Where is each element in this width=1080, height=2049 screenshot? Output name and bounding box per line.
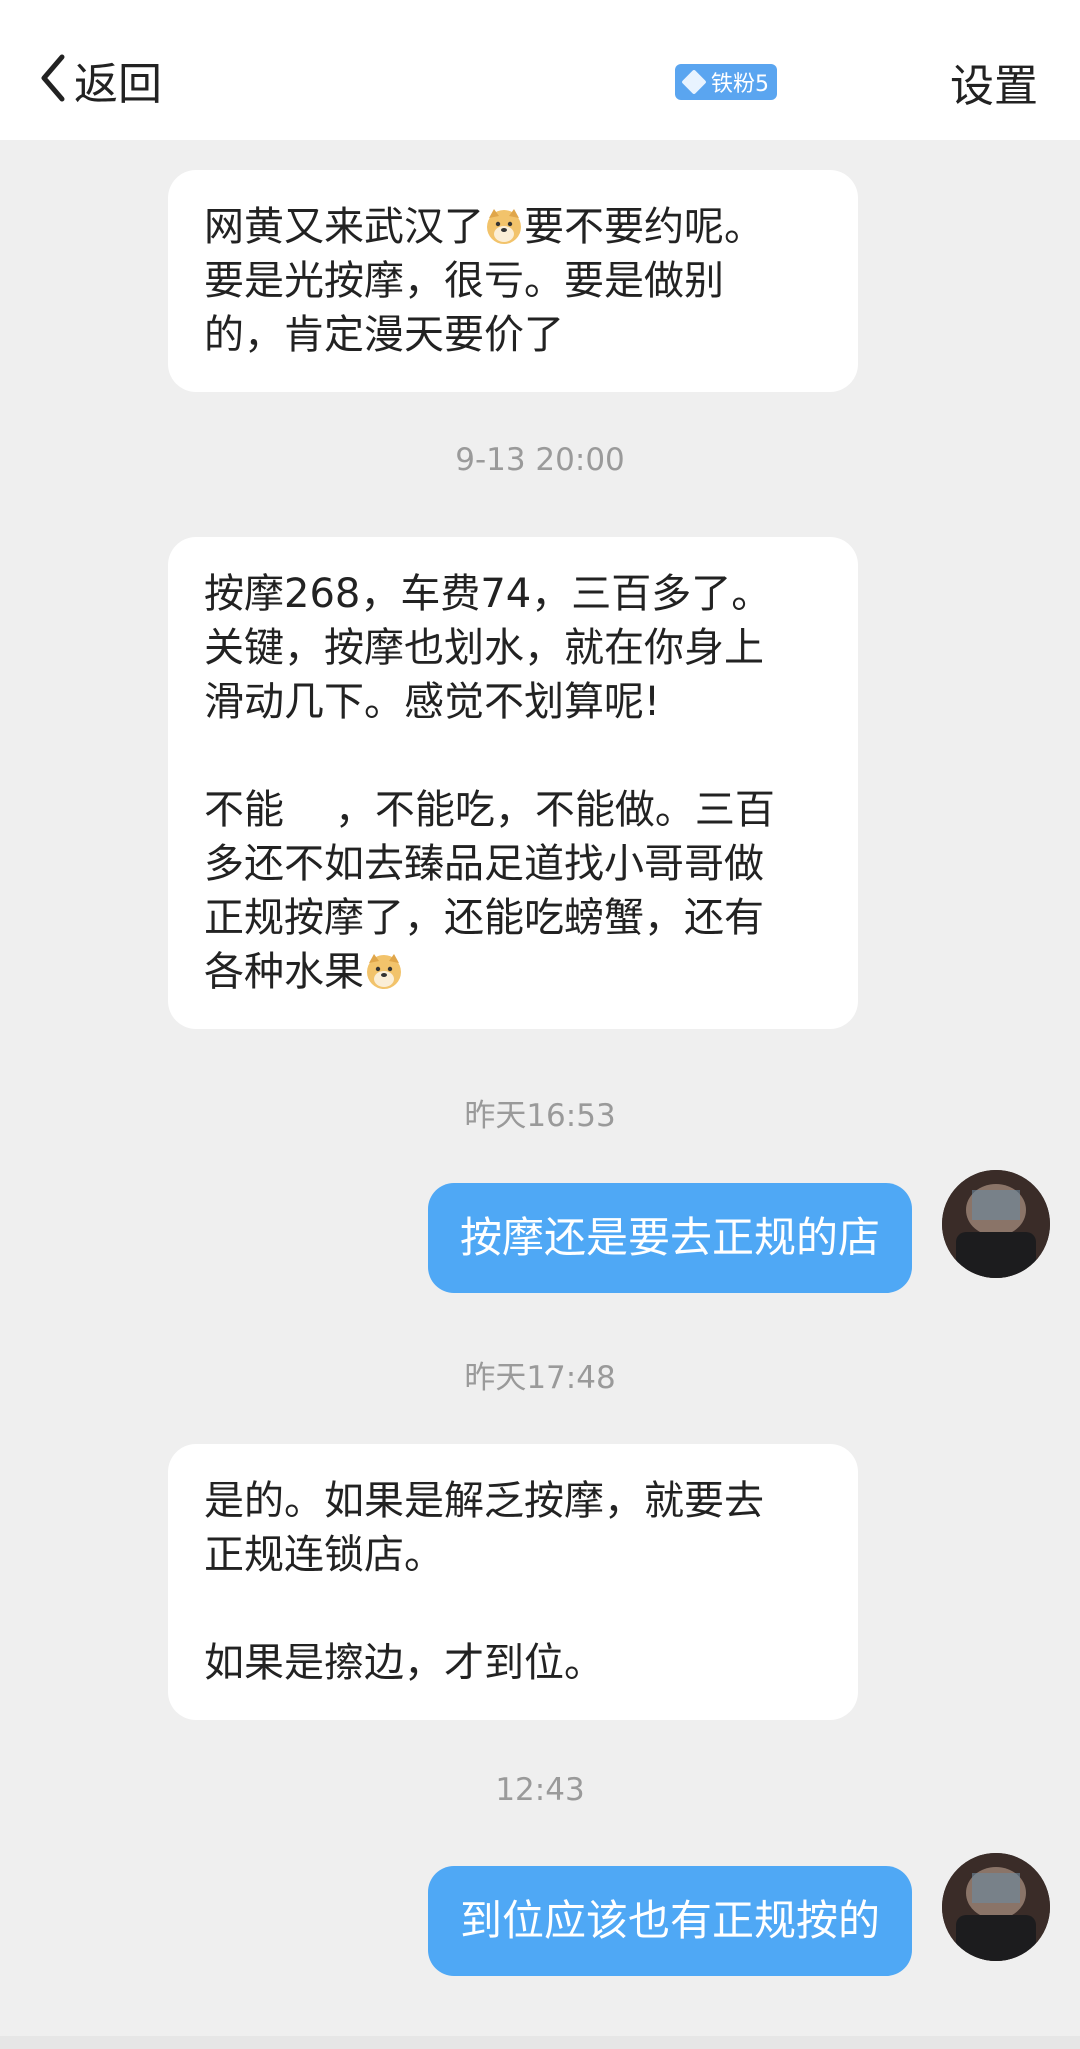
doge-emoji-icon (364, 951, 404, 991)
timestamp: 昨天16:53 (464, 1098, 616, 1134)
bottom-edge (0, 2036, 1080, 2049)
chevron-left-icon (38, 53, 68, 107)
doge-emoji-icon (484, 206, 524, 246)
outgoing-message-bubble[interactable]: 到位应该也有正规按的 (427, 1866, 912, 1976)
timestamp: 9-13 20:00 (455, 442, 625, 478)
timestamp: 12:43 (495, 1772, 585, 1808)
user-avatar[interactable] (942, 1853, 1050, 1961)
incoming-message-bubble[interactable]: 按摩268，车费74，三百多了。 关键，按摩也划水，就在你身上 滑动几下。感觉不… (168, 537, 858, 1029)
timestamp: 昨天17:48 (464, 1360, 616, 1396)
top-bar: 返回 铁粉5 设置 (0, 0, 1080, 140)
diamond-icon (681, 69, 707, 95)
message-text: 网黄又来武汉了 (204, 204, 484, 250)
back-button[interactable]: 返回 (38, 50, 162, 110)
incoming-message-bubble[interactable]: 网黄又来武汉了 要不要约呢。 要是光按摩，很亏。要是做别 的，肯定漫天要价了 (168, 170, 858, 392)
message-text: 按摩268，车费74，三百多了。 关键，按摩也划水，就在你身上 滑动几下。感觉不… (204, 571, 775, 995)
user-avatar[interactable] (942, 1170, 1050, 1278)
settings-button[interactable]: 设置 (950, 50, 1038, 114)
incoming-message-bubble[interactable]: 是的。如果是解乏按摩，就要去 正规连锁店。 如果是擦边，才到位。 (168, 1444, 858, 1720)
outgoing-message-bubble[interactable]: 按摩还是要去正规的店 (427, 1183, 912, 1293)
fan-badge-label: 铁粉5 (711, 72, 769, 97)
fan-level-badge: 铁粉5 (675, 64, 777, 100)
back-label: 返回 (74, 59, 162, 110)
